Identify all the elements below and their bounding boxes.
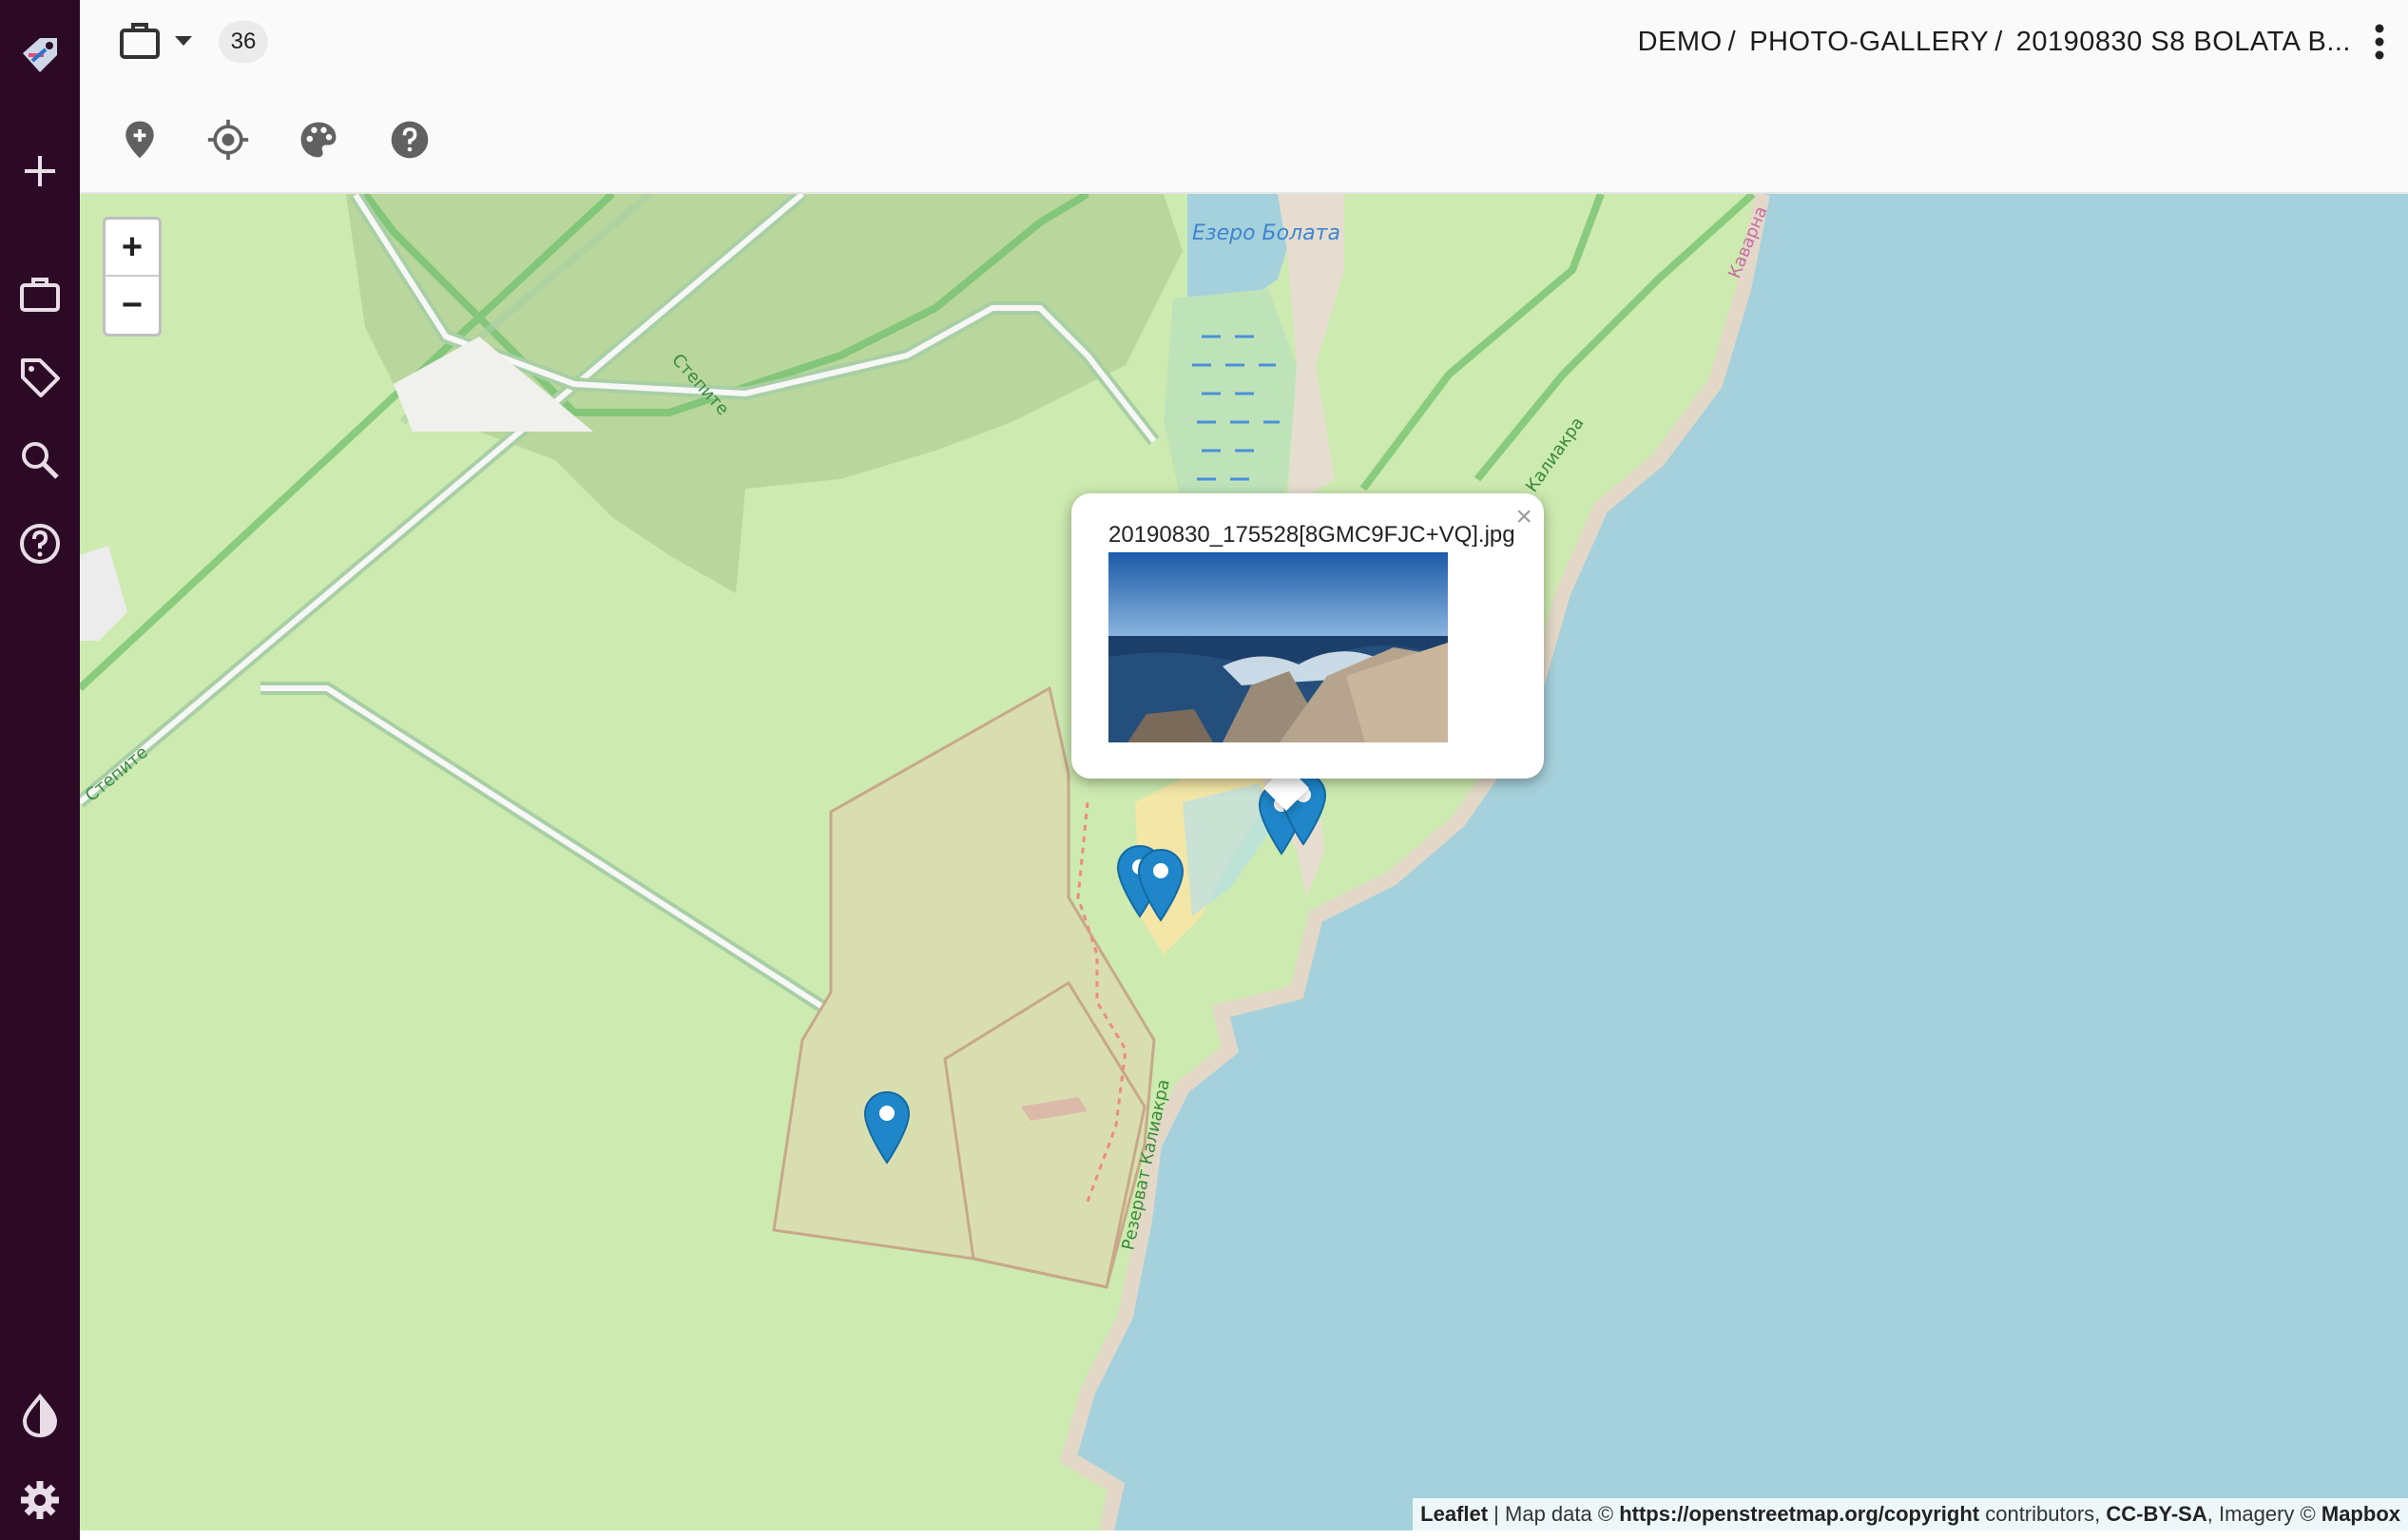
gear-icon: [21, 1481, 59, 1519]
attribution-map-data: Map data ©: [1505, 1502, 1620, 1526]
map-attribution: Leaflet | Map data © https://openstreetm…: [1413, 1498, 2408, 1530]
zoom-in-button[interactable]: +: [106, 220, 159, 277]
breadcrumb-separator: /: [1994, 26, 2003, 57]
photo-image: [1108, 552, 1448, 742]
add-location-button[interactable]: [116, 116, 164, 164]
attribution-contributors: contributors,: [1979, 1502, 2107, 1526]
osm-copyright-link[interactable]: https://openstreetmap.org/copyright: [1619, 1502, 1979, 1526]
map-marker[interactable]: [861, 1090, 913, 1165]
license-link[interactable]: CC-BY-SA: [2106, 1502, 2206, 1526]
more-vertical-icon: [2375, 24, 2384, 60]
locate-icon: [207, 119, 249, 161]
leaflet-link[interactable]: Leaflet: [1420, 1502, 1488, 1526]
workspaces-button[interactable]: [0, 255, 80, 335]
add-button[interactable]: [0, 131, 80, 211]
caret-down-icon: [175, 36, 192, 46]
sidebar: [0, 0, 80, 1540]
cape-label: Калиакра: [1522, 414, 1589, 496]
plus-icon: [25, 156, 55, 186]
breadcrumb-separator: /: [1727, 26, 1737, 57]
map-marker[interactable]: [1135, 848, 1186, 922]
lake-label: Езеро Болата: [1192, 221, 1340, 245]
tag-icon: [21, 358, 60, 397]
popup-filename: 20190830_175528[8GMC9FJC+VQ].jpg: [1108, 522, 1515, 548]
help-button[interactable]: [0, 504, 80, 584]
map-view[interactable]: Езеро Болата Степите Степите Калиакра Ре…: [80, 194, 2408, 1530]
attribution-imagery: , Imagery ©: [2206, 1502, 2321, 1526]
settings-button[interactable]: [0, 1460, 80, 1540]
breadcrumb-item[interactable]: 20190830 S8 BOLATA B...: [2016, 27, 2351, 58]
theme-button[interactable]: [0, 1376, 80, 1455]
map-tiles: Езеро Болата Степите Степите Калиакра Ре…: [80, 194, 2408, 1530]
tags-button[interactable]: [0, 337, 80, 417]
add-location-icon: [125, 121, 154, 159]
popup-close-button[interactable]: ×: [1515, 501, 1532, 533]
search-button[interactable]: [0, 420, 80, 500]
zoom-out-button[interactable]: −: [106, 277, 159, 334]
workspace-selector[interactable]: [116, 17, 164, 65]
briefcase-icon: [20, 278, 60, 312]
app-logo-icon[interactable]: [0, 17, 80, 97]
map-help-button[interactable]: [386, 116, 433, 164]
breadcrumb-item[interactable]: DEMO: [1638, 27, 1723, 58]
zoom-control: + −: [103, 217, 162, 337]
breadcrumb: DEMO / PHOTO-GALLERY/ 20190830 S8 BOLATA …: [1638, 19, 2351, 65]
road-label: Степите: [82, 742, 152, 806]
item-count-badge: 36: [219, 21, 268, 63]
breadcrumb-item[interactable]: PHOTO-GALLERY: [1749, 27, 1989, 58]
top-bar: 36 DEMO / PHOTO-GALLERY/ 20190830 S8 BOLA…: [80, 0, 2408, 194]
palette-icon: [300, 122, 337, 158]
search-icon: [22, 442, 59, 479]
briefcase-icon: [120, 23, 160, 59]
mapbox-link[interactable]: Mapbox: [2321, 1502, 2400, 1526]
more-menu-button[interactable]: [2360, 21, 2398, 63]
palette-button[interactable]: [295, 116, 342, 164]
help-icon: [391, 121, 429, 159]
contrast-icon: [22, 1393, 58, 1438]
attribution-separator: |: [1488, 1502, 1506, 1526]
workspace-dropdown[interactable]: [171, 29, 196, 53]
photo-popup: 20190830_175528[8GMC9FJC+VQ].jpg ×: [1071, 493, 1544, 779]
help-circle-icon: [20, 524, 60, 564]
locate-button[interactable]: [204, 116, 252, 164]
popup-photo-thumbnail[interactable]: [1108, 552, 1448, 742]
